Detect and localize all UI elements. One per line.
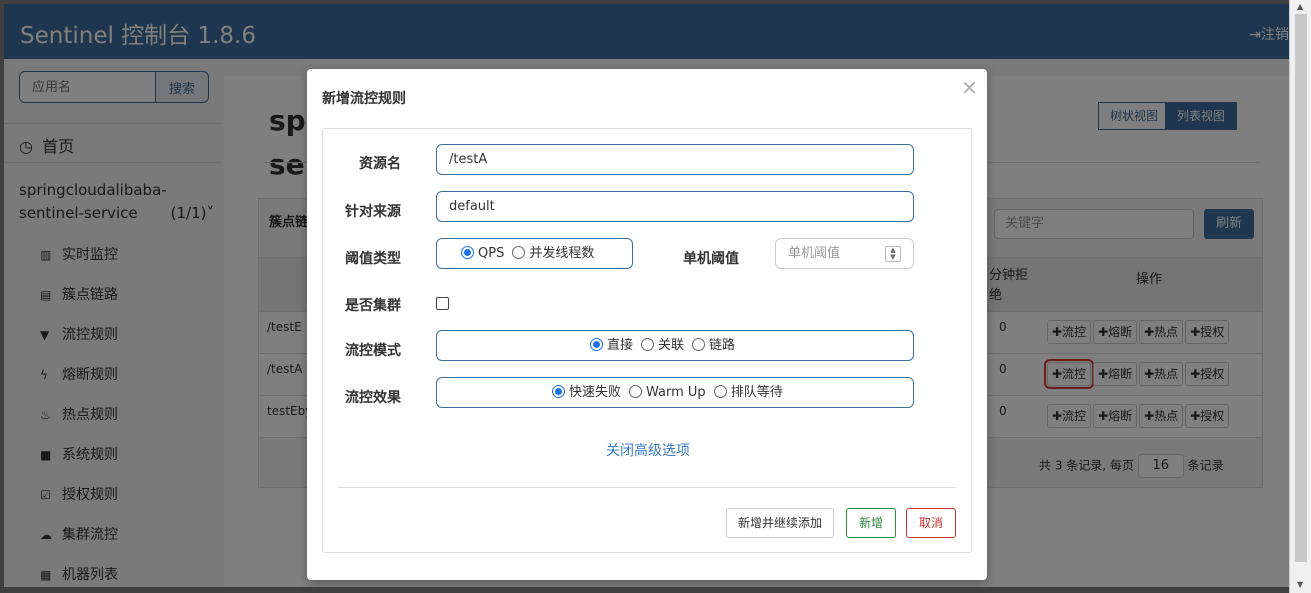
threshold-label: 单机阈值 — [683, 251, 739, 267]
mode-chain-option[interactable]: 链路 — [692, 331, 735, 360]
resource-input[interactable]: /testA — [436, 144, 914, 175]
resource-label: 资源名 — [359, 156, 401, 172]
grade-thread-option[interactable]: 并发线程数 — [512, 239, 594, 268]
grade-radio-group: QPS 并发线程数 — [436, 238, 633, 269]
effect-queue-option[interactable]: 排队等待 — [713, 378, 783, 407]
mode-relate-option[interactable]: 关联 — [641, 331, 684, 360]
radio-icon — [629, 385, 643, 398]
close-icon[interactable]: × — [961, 75, 978, 99]
radio-icon — [512, 246, 526, 259]
radio-selected-icon — [590, 338, 603, 351]
grade-label: 阈值类型 — [345, 251, 401, 267]
mode-label: 流控模式 — [345, 343, 401, 359]
effect-warmup-option[interactable]: Warm Up — [629, 378, 706, 407]
mode-direct-option[interactable]: 直接 — [590, 331, 633, 360]
advanced-options-toggle[interactable]: 关闭高级选项 — [323, 440, 973, 460]
cluster-label: 是否集群 — [345, 298, 401, 314]
cancel-button[interactable]: 取消 — [906, 508, 956, 538]
mode-radio-group: 直接 关联 链路 — [436, 330, 914, 361]
scroll-up-icon[interactable]: ▲ — [1297, 2, 1303, 11]
number-spinner-icon[interactable]: ▲ ▼ — [885, 246, 901, 262]
scroll-down-icon[interactable]: ▼ — [1297, 580, 1303, 589]
origin-label: 针对来源 — [345, 204, 401, 220]
effect-label: 流控效果 — [345, 390, 401, 406]
scroll-thumb[interactable] — [1295, 14, 1307, 562]
radio-selected-icon — [461, 246, 474, 259]
radio-selected-icon — [552, 385, 565, 398]
origin-input[interactable]: default — [436, 191, 914, 222]
add-button[interactable]: 新增 — [846, 508, 896, 538]
page-scrollbar[interactable]: ▲ ▼ — [1289, 0, 1311, 593]
divider — [338, 487, 956, 488]
effect-fast-option[interactable]: 快速失败 — [552, 378, 621, 407]
radio-icon — [713, 385, 727, 398]
threshold-input[interactable]: 单机阈值 ▲ ▼ — [775, 238, 914, 269]
grade-qps-option[interactable]: QPS — [461, 239, 504, 268]
radio-icon — [692, 338, 706, 351]
dialog-form: 资源名 /testA 针对来源 default 阈值类型 QPS 并发线程数 单机… — [322, 128, 972, 553]
radio-icon — [641, 338, 655, 351]
add-and-continue-button[interactable]: 新增并继续添加 — [726, 508, 834, 538]
add-flow-rule-dialog: 新增流控规则 × 资源名 /testA 针对来源 default 阈值类型 QP… — [307, 69, 987, 580]
effect-radio-group: 快速失败 Warm Up 排队等待 — [436, 377, 914, 408]
dialog-title: 新增流控规则 — [322, 91, 406, 107]
cluster-checkbox[interactable] — [436, 297, 449, 310]
